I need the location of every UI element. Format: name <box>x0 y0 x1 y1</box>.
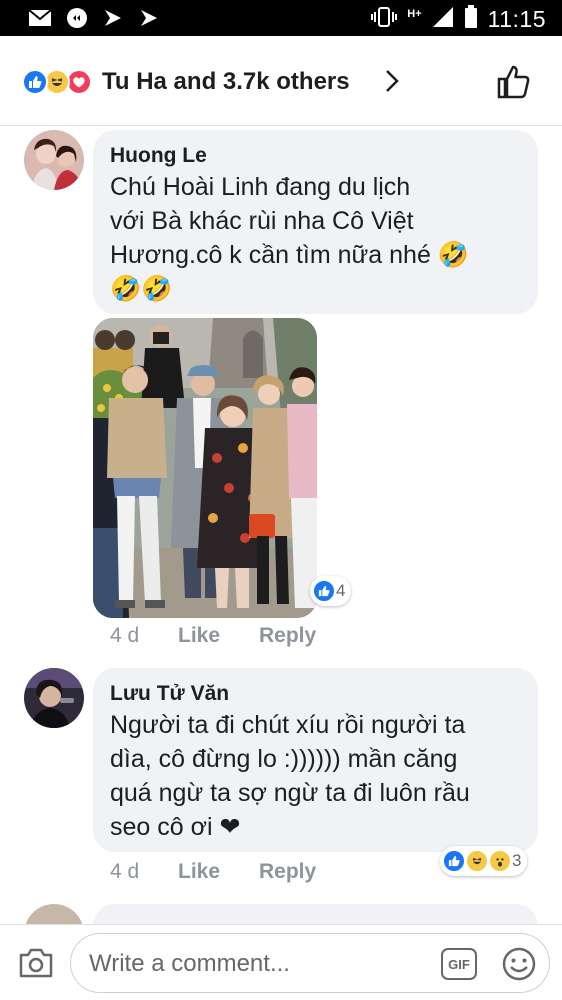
comment-bubble[interactable]: Lưu Tử Văn Người ta đi chút xíu rồi ngườ… <box>93 668 538 852</box>
reply-button[interactable]: Reply <box>259 624 316 648</box>
comment-text: Người ta đi chút xíu rồi người ta dìa, c… <box>110 711 470 841</box>
like-icon <box>313 580 335 602</box>
comment-author[interactable]: Lưu Tử Văn <box>110 682 229 706</box>
status-time: 11:15 <box>487 6 546 32</box>
avatar[interactable] <box>24 130 84 190</box>
reaction-summary[interactable] <box>22 69 98 95</box>
comment-time: 4 d <box>110 860 140 883</box>
chevron-right-icon[interactable] <box>382 66 402 101</box>
like-icon <box>22 69 48 95</box>
haha-icon <box>466 850 488 872</box>
comment-composer: Write a comment... GIF <box>0 924 562 1000</box>
network-type: H+ <box>407 7 422 20</box>
comment-author[interactable]: Huong Le <box>110 144 207 168</box>
comment-text: Chú Hoài Linh đang du lịch với Bà khác r… <box>110 173 469 303</box>
like-button[interactable]: Like <box>178 860 220 884</box>
like-icon <box>443 850 465 872</box>
notification-icon-2 <box>138 7 160 34</box>
thumbs-up-icon[interactable] <box>496 64 532 105</box>
battery-icon <box>464 5 478 34</box>
camera-icon[interactable] <box>18 947 54 984</box>
comment-input[interactable]: Write a comment... GIF <box>70 933 550 993</box>
comment-placeholder: Write a comment... <box>89 950 290 977</box>
reply-button[interactable]: Reply <box>259 860 316 884</box>
comment-photo[interactable] <box>93 318 317 618</box>
signal-icon <box>432 6 454 33</box>
wow-icon <box>489 850 511 872</box>
reaction-count: 4 <box>336 581 346 600</box>
reactions-header: Tu Ha and 3.7k others <box>0 36 562 126</box>
status-circle-icon <box>66 7 88 34</box>
gif-button[interactable]: GIF <box>441 948 477 980</box>
comment-reaction-badge[interactable]: 3 <box>440 846 528 876</box>
reactions-title[interactable]: Tu Ha and 3.7k others <box>102 68 350 96</box>
like-button[interactable]: Like <box>178 624 220 648</box>
notification-icon <box>102 7 124 34</box>
reaction-count: 3 <box>512 851 522 870</box>
comment-bubble[interactable]: Huong Le Chú Hoài Linh đang du lịch với … <box>93 130 538 314</box>
avatar[interactable] <box>24 668 84 728</box>
status-bar: H+ 11:15 <box>0 0 562 36</box>
vibrate-icon <box>371 6 398 33</box>
comment-reaction-badge[interactable]: 4 <box>310 576 352 606</box>
emoji-icon[interactable] <box>501 946 537 987</box>
mail-icon <box>28 9 52 32</box>
comment-time: 4 d <box>110 624 140 647</box>
